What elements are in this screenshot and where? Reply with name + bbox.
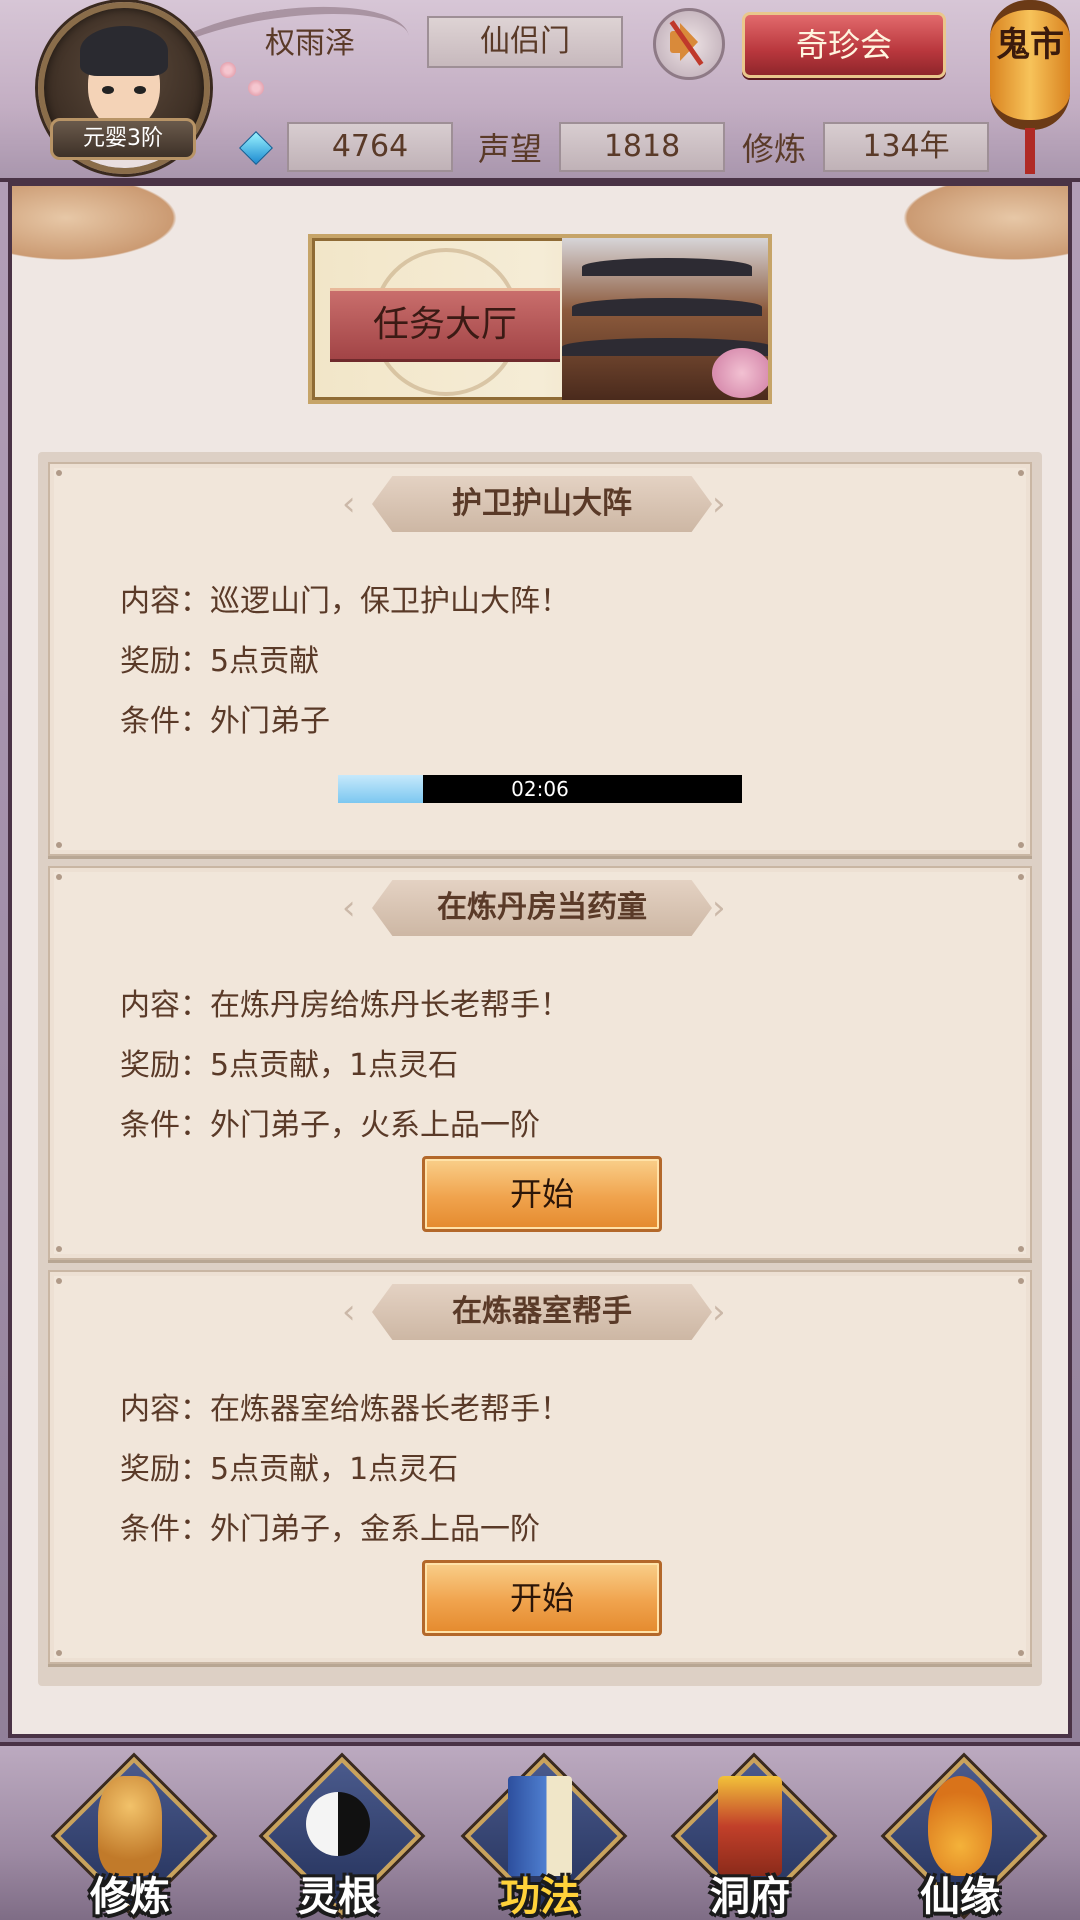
chevron-right-icon: › [712,484,726,524]
palace-illustration [562,238,768,400]
task-reward: 奖励：5点贡献 [120,644,320,679]
chevron-right-icon: › [712,888,726,928]
nav-immortal-fate[interactable]: 仙缘 [880,1756,1044,1920]
task-condition: 条件：外门弟子，火系上品一阶 [120,1108,540,1143]
corner-pin [1018,1278,1024,1284]
corner-pin [56,470,62,476]
start-task-button[interactable]: 开始 [422,1156,662,1232]
prestige-label: 声望 [478,130,543,168]
nav-cultivate[interactable]: 修炼 [50,1756,214,1920]
corner-pin [1018,470,1024,476]
task-title: 在炼器室帮手 [452,1294,632,1329]
task-condition: 条件：外门弟子，金系上品一阶 [120,1512,540,1547]
task-content: 内容：巡逻山门，保卫护山大阵！ [120,584,570,619]
lantern-tassel [1025,128,1035,174]
start-task-button[interactable]: 开始 [422,1560,662,1636]
avatar-hair [80,26,168,76]
nav-spirit-root[interactable]: 灵根 [258,1756,422,1920]
corner-pin [1018,1246,1024,1252]
sect-name[interactable]: 仙侣门 [427,16,623,68]
gourd-icon [928,1776,992,1876]
ghost-market-lantern-button[interactable]: 鬼市 [990,0,1070,130]
blossom-tree [712,348,768,398]
cultivation-years: 134年 [823,122,989,172]
task-title: 护卫护山大阵 [452,486,632,521]
task-reward: 奖励：5点贡献，1点灵石 [120,1048,459,1083]
prestige-value: 1818 [559,122,725,172]
task-card: ‹ 在炼器室帮手 › 内容：在炼器室给炼器长老帮手！ 奖励：5点贡献，1点灵石 … [48,1270,1032,1664]
cloud-corner-decoration [888,186,1068,266]
scripture-book-icon [508,1776,572,1876]
nav-label: 仙缘 [920,1874,1000,1920]
task-card: ‹ 护卫护山大阵 › 内容：巡逻山门，保卫护山大阵！ 奖励：5点贡献 条件：外门… [48,462,1032,856]
task-card: ‹ 在炼丹房当药童 › 内容：在炼丹房给炼丹长老帮手！ 奖励：5点贡献，1点灵石… [48,866,1032,1260]
hall-title: 任务大厅 [330,288,560,362]
corner-pin [56,1278,62,1284]
gem-count: 4764 [287,122,453,172]
yin-yang-sword-icon [306,1792,370,1856]
chevron-left-icon: ‹ [342,888,356,928]
roof-tier [582,258,752,276]
roof-tier [572,298,762,316]
cultivation-label: 修炼 [742,130,807,168]
nav-label: 洞府 [710,1874,790,1920]
chevron-left-icon: ‹ [342,1292,356,1332]
progress-timer: 02:06 [511,777,569,801]
task-title-plate: ‹ 在炼器室帮手 › [342,1284,742,1340]
corner-pin [56,842,62,848]
bottom-nav: 修炼 灵根 功法 洞府 仙缘 [0,1742,1080,1920]
corner-pin [56,874,62,880]
chevron-right-icon: › [712,1292,726,1332]
task-hall-banner: 任务大厅 [308,234,772,404]
treasure-auction-button[interactable]: 奇珍会 [742,12,946,78]
task-title-plate: ‹ 在炼丹房当药童 › [342,880,742,936]
task-reward: 奖励：5点贡献，1点灵石 [120,1452,459,1487]
game-screen: 元婴3阶 权雨泽 仙侣门 奇珍会 鬼市 4764 声望 1818 修炼 134年… [0,0,1080,1920]
player-name: 权雨泽 [265,26,355,61]
blossom-decoration [220,62,236,78]
avatar-eye [134,86,146,94]
meditating-monk-icon [98,1776,162,1876]
task-list: ‹ 护卫护山大阵 › 内容：巡逻山门，保卫护山大阵！ 奖励：5点贡献 条件：外门… [38,452,1042,1686]
nav-label: 修炼 [90,1874,170,1920]
sound-toggle-button[interactable] [653,8,725,80]
nav-label: 灵根 [298,1874,378,1920]
nav-label: 功法 [500,1874,580,1920]
task-progress-bar: 02:06 [338,775,742,803]
task-title: 在炼丹房当药童 [437,890,647,925]
task-content: 内容：在炼器室给炼器长老帮手！ [120,1392,570,1427]
corner-pin [1018,842,1024,848]
spirit-stone-icon [239,131,273,165]
nav-technique[interactable]: 功法 [460,1756,624,1920]
cloud-corner-decoration [12,186,192,266]
pagoda-icon [718,1776,782,1876]
task-title-plate: ‹ 护卫护山大阵 › [342,476,742,532]
blossom-decoration [248,80,264,96]
top-bar: 元婴3阶 权雨泽 仙侣门 奇珍会 鬼市 4764 声望 1818 修炼 134年 [0,0,1080,182]
nav-cave-abode[interactable]: 洞府 [670,1756,834,1920]
corner-pin [56,1246,62,1252]
task-content: 内容：在炼丹房给炼丹长老帮手！ [120,988,570,1023]
chevron-left-icon: ‹ [342,484,356,524]
avatar-eye [102,86,114,94]
corner-pin [56,1650,62,1656]
task-condition: 条件：外门弟子 [120,704,330,739]
corner-pin [1018,874,1024,880]
rank-badge: 元婴3阶 [50,118,196,160]
corner-pin [1018,1650,1024,1656]
